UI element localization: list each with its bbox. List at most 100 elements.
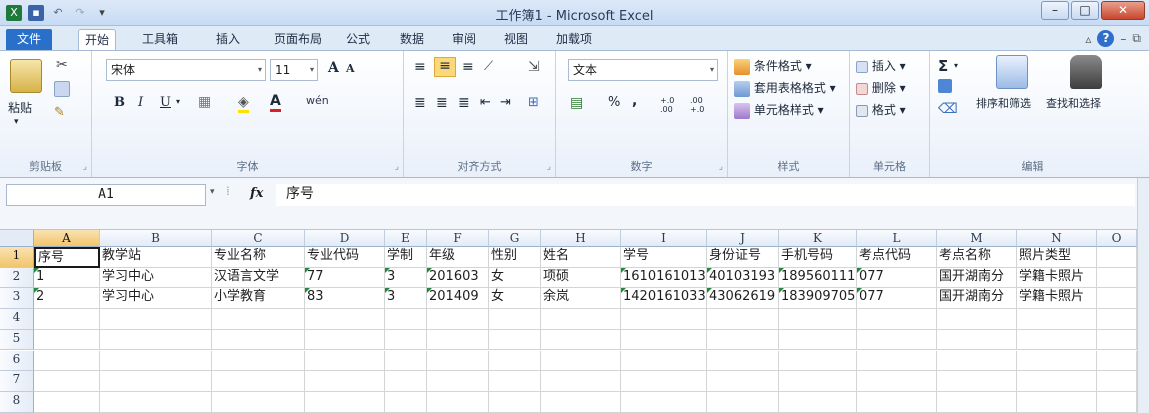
clear-icon[interactable]: ⌫ (938, 101, 958, 117)
cell-f8[interactable] (427, 391, 489, 413)
copy-icon[interactable] (54, 81, 70, 97)
comma-button[interactable]: , (632, 93, 637, 109)
cell-i7[interactable] (621, 371, 707, 392)
column-header-g[interactable]: G (489, 230, 541, 247)
sort-filter-icon[interactable] (996, 55, 1028, 89)
cell-j2[interactable]: 40103193 (707, 267, 779, 289)
tab-data[interactable]: 数据 (394, 29, 430, 50)
column-header-a[interactable]: A (34, 230, 100, 247)
cell-k5[interactable] (779, 329, 857, 351)
cell-a7[interactable] (34, 371, 100, 392)
cell-l1[interactable]: 考点代码 (857, 247, 937, 268)
cell-f4[interactable] (427, 309, 489, 330)
cell-h4[interactable] (541, 309, 621, 330)
autosum-dropdown-icon[interactable]: ▾ (954, 61, 958, 70)
conditional-format-button[interactable]: 条件格式 ▾ (734, 57, 812, 75)
cell-b7[interactable] (100, 371, 212, 392)
cell-d8[interactable] (305, 391, 385, 413)
cell-o2[interactable] (1097, 267, 1137, 289)
cell-d4[interactable] (305, 309, 385, 330)
cell-b8[interactable] (100, 391, 212, 413)
italic-button[interactable]: I (138, 95, 143, 110)
row-header-8[interactable]: 8 (0, 391, 34, 413)
orientation-icon[interactable]: ⟋ (484, 59, 493, 74)
cell-f3[interactable]: 201409 (427, 288, 489, 310)
cell-o3[interactable] (1097, 288, 1137, 310)
cell-g1[interactable]: 性别 (489, 247, 541, 268)
cell-m1[interactable]: 考点名称 (937, 247, 1017, 268)
underline-button[interactable]: U (160, 95, 171, 110)
cell-j5[interactable] (707, 329, 779, 351)
cell-e1[interactable]: 学制 (385, 247, 427, 268)
cell-o6[interactable] (1097, 350, 1137, 372)
column-header-m[interactable]: M (937, 230, 1017, 247)
cell-n3[interactable]: 学籍卡照片 (1017, 288, 1097, 310)
font-launcher-icon[interactable]: ⌟ (395, 162, 399, 172)
tab-home[interactable]: 开始 (78, 29, 117, 50)
cell-c3[interactable]: 小学教育 (212, 288, 305, 310)
tab-view[interactable]: 视图 (498, 29, 534, 50)
cell-k6[interactable] (779, 350, 857, 372)
cell-h7[interactable] (541, 371, 621, 392)
number-launcher-icon[interactable]: ⌟ (719, 162, 723, 172)
cell-l5[interactable] (857, 329, 937, 351)
column-header-d[interactable]: D (305, 230, 385, 247)
cell-i4[interactable] (621, 309, 707, 330)
cell-e5[interactable] (385, 329, 427, 351)
clipboard-launcher-icon[interactable]: ⌟ (83, 162, 87, 172)
cell-o4[interactable] (1097, 309, 1137, 330)
column-header-c[interactable]: C (212, 230, 305, 247)
cell-a8[interactable] (34, 391, 100, 413)
cell-e7[interactable] (385, 371, 427, 392)
column-header-e[interactable]: E (385, 230, 427, 247)
cell-n2[interactable]: 学籍卡照片 (1017, 267, 1097, 289)
cell-l3[interactable]: 077 (857, 288, 937, 310)
cell-e6[interactable] (385, 350, 427, 372)
cell-k2[interactable]: 189560111 (779, 267, 857, 289)
row-header-3[interactable]: 3 (0, 288, 34, 310)
cell-g2[interactable]: 女 (489, 267, 541, 289)
cell-d5[interactable] (305, 329, 385, 351)
cell-o5[interactable] (1097, 329, 1137, 351)
insert-cells-button[interactable]: 插入 ▾ (856, 57, 906, 74)
align-middle-icon[interactable]: ≡ (434, 57, 456, 77)
alignment-launcher-icon[interactable]: ⌟ (547, 162, 551, 172)
close-button[interactable]: ✕ (1101, 1, 1145, 20)
increase-indent-icon[interactable]: ⇥ (500, 95, 511, 110)
cell-k3[interactable]: 183909705 (779, 288, 857, 310)
help-icon[interactable]: ? (1097, 30, 1115, 47)
cell-e4[interactable] (385, 309, 427, 330)
column-header-k[interactable]: K (779, 230, 857, 247)
cut-icon[interactable]: ✂ (56, 57, 72, 73)
cell-c5[interactable] (212, 329, 305, 351)
cell-l6[interactable] (857, 350, 937, 372)
grow-font-button[interactable]: A (328, 60, 339, 76)
cell-l8[interactable] (857, 391, 937, 413)
column-header-h[interactable]: H (541, 230, 621, 247)
cell-a4[interactable] (34, 309, 100, 330)
cell-e8[interactable] (385, 391, 427, 413)
sort-filter-button[interactable]: 排序和筛选 (976, 95, 1031, 111)
cell-h6[interactable] (541, 350, 621, 372)
cell-l2[interactable]: 077 (857, 267, 937, 289)
maximize-button[interactable]: □ (1071, 1, 1099, 20)
cell-m7[interactable] (937, 371, 1017, 392)
tab-page-layout[interactable]: 页面布局 (268, 29, 328, 50)
cell-n4[interactable] (1017, 309, 1097, 330)
align-bottom-icon[interactable]: ≡ (462, 59, 474, 75)
format-as-table-button[interactable]: 套用表格格式 ▾ (734, 79, 836, 97)
column-header-i[interactable]: I (621, 230, 707, 247)
cell-n6[interactable] (1017, 350, 1097, 372)
align-top-icon[interactable]: ≡ (414, 59, 426, 75)
wrap-text-icon[interactable]: ⇲ (528, 59, 540, 75)
cell-c1[interactable]: 专业名称 (212, 247, 305, 268)
percent-button[interactable]: % (608, 95, 620, 110)
cell-d1[interactable]: 专业代码 (305, 247, 385, 268)
font-size-select[interactable]: 11 ▾ (270, 59, 318, 81)
select-all-corner[interactable] (0, 230, 34, 247)
cell-m6[interactable] (937, 350, 1017, 372)
bold-button[interactable]: B (114, 95, 125, 110)
cell-k7[interactable] (779, 371, 857, 392)
cell-k1[interactable]: 手机号码 (779, 247, 857, 268)
increase-decimal-button[interactable]: +.0 .00 (660, 96, 688, 114)
